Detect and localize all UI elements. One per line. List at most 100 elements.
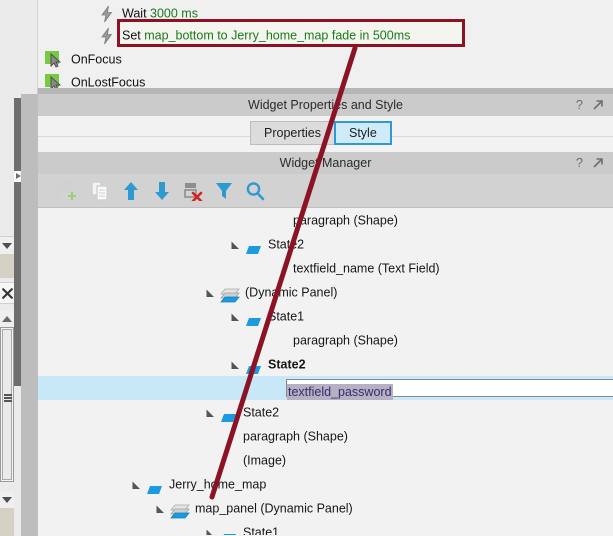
rail-beige-block-top — [0, 254, 14, 278]
rename-input-value: textfield_password — [287, 384, 393, 400]
rename-input[interactable]: textfield_password — [286, 379, 613, 400]
tree-row[interactable]: Jerry_home_map — [38, 472, 613, 496]
tree-row-label: State2 — [268, 357, 306, 372]
state-icon — [245, 312, 262, 326]
event-cursor-icon — [45, 74, 65, 88]
tab-style[interactable]: Style — [333, 121, 392, 145]
tree-row-content: map_panel (Dynamic Panel) — [38, 496, 613, 521]
expand-collapse-caret-icon[interactable] — [131, 480, 142, 491]
tree-row-label: textfield_name (Text Field) — [293, 261, 440, 276]
expand-collapse-caret-icon[interactable] — [205, 288, 216, 299]
expand-collapse-caret-icon[interactable] — [230, 360, 241, 371]
tree-row-content: State2 — [38, 400, 613, 425]
tree-row-content: paragraph (Shape) — [38, 328, 613, 353]
tree-row[interactable]: map_panel (Dynamic Panel) — [38, 496, 613, 520]
help-icon[interactable]: ? — [576, 152, 583, 174]
tree-row-label: paragraph (Shape) — [293, 333, 398, 348]
delete-widget-icon[interactable] — [182, 180, 204, 202]
mini-scroll-down-button[interactable] — [0, 236, 14, 254]
vertical-scrollbar-track[interactable] — [0, 327, 14, 482]
app-root: Wait 3000 ms Set map_bottom to Jerry_home… — [0, 0, 613, 536]
interaction-text-segment: OnFocus — [71, 52, 122, 67]
interactions-panel: Wait 3000 ms Set map_bottom to Jerry_home… — [0, 0, 613, 88]
close-icon[interactable] — [0, 282, 14, 304]
duplicate-icon — [89, 180, 111, 202]
search-icon[interactable] — [244, 180, 266, 202]
tree-row-label: State2 — [243, 405, 280, 420]
tree-row[interactable]: paragraph (Shape) — [38, 424, 613, 448]
tree-row-content: textfield_name (Text Field) — [38, 256, 613, 281]
widget-manager-toolbar — [38, 174, 613, 208]
move-down-icon[interactable] — [151, 180, 173, 202]
tree-row-content: (Dynamic Panel) — [38, 280, 613, 305]
state-icon — [146, 480, 163, 494]
tree-row-content: Jerry_home_map — [38, 472, 613, 497]
expand-collapse-caret-icon[interactable] — [205, 408, 216, 419]
panel-title: Widget Properties and Style — [248, 98, 403, 112]
vertical-splitter[interactable] — [14, 98, 21, 386]
rail-divider — [21, 94, 38, 536]
scroll-up-triangle-icon — [2, 316, 12, 322]
expand-collapse-caret-icon[interactable] — [155, 504, 166, 515]
lightning-bolt-icon — [98, 5, 116, 23]
widget-manager-panel: Widget Manager ? paragraph (Shape) State2… — [38, 152, 613, 536]
tree-row[interactable]: State2 — [38, 352, 613, 376]
rail-beige-block-bottom — [0, 508, 14, 536]
dynamic-panel-icon — [220, 288, 240, 305]
properties-style-tabs: Properties Style — [250, 121, 392, 145]
tree-row[interactable]: State2 — [38, 232, 613, 256]
scroll-down-arrow-icon[interactable] — [0, 492, 14, 508]
tab-properties[interactable]: Properties — [250, 121, 335, 145]
tree-row[interactable]: State1 — [38, 304, 613, 328]
tree-row[interactable]: State1 — [38, 520, 613, 535]
interaction-text-segment: map_bottom to Jerry_home_map fade in 500… — [144, 28, 411, 43]
tree-row-label: (Dynamic Panel) — [245, 285, 338, 300]
expand-collapse-caret-icon[interactable] — [230, 312, 241, 323]
vertical-scrollbar-thumb[interactable] — [2, 329, 12, 480]
tree-row-content: State1 — [38, 304, 613, 329]
interaction-text-segment: OnLostFocus — [71, 75, 146, 88]
move-up-icon[interactable] — [120, 180, 142, 202]
help-icon[interactable]: ? — [576, 94, 583, 116]
tree-row-label: (Image) — [243, 453, 287, 468]
dynamic-panel-icon — [170, 504, 190, 521]
interaction-event-row[interactable]: OnFocus — [45, 48, 122, 70]
tree-row[interactable]: textfield_name (Text Field) — [38, 256, 613, 280]
add-widget-icon — [58, 180, 80, 202]
tree-row[interactable]: paragraph (Shape) — [38, 208, 613, 232]
widget-properties-and-style-panel: Widget Properties and Style ? Properties… — [38, 94, 613, 152]
tree-row[interactable]: textfield_password — [38, 376, 613, 400]
lightning-bolt-icon — [98, 27, 116, 45]
tree-row[interactable]: State2 — [38, 400, 613, 424]
interaction-text-segment: Set — [122, 28, 145, 43]
expand-collapse-caret-icon[interactable] — [230, 240, 241, 251]
filter-icon[interactable] — [213, 180, 235, 202]
tree-row-label: State1 — [243, 525, 280, 535]
collapse-panel-arrow-icon[interactable] — [14, 171, 21, 182]
scrollbar-grip-icon — [4, 394, 12, 402]
widget-properties-title-bar: Widget Properties and Style ? — [38, 94, 613, 116]
scroll-down-arrow-icon — [2, 242, 12, 249]
tree-row-content: State1 — [38, 520, 613, 535]
scroll-down-triangle-icon — [2, 497, 12, 503]
interaction-action-row[interactable]: Set map_bottom to Jerry_home_map fade in… — [98, 24, 410, 46]
tree-row[interactable]: (Image) — [38, 448, 613, 472]
tree-row[interactable]: (Dynamic Panel) — [38, 280, 613, 304]
tree-row-content: State2 — [38, 232, 613, 257]
widget-properties-body: Properties Style — [38, 116, 613, 152]
tree-row-content: (Image) — [38, 448, 613, 473]
tree-row-label: State1 — [268, 309, 305, 324]
tree-row[interactable]: paragraph (Shape) — [38, 328, 613, 352]
expand-collapse-caret-icon[interactable] — [205, 528, 216, 535]
tree-row-label: paragraph (Shape) — [243, 429, 348, 444]
expand-icon[interactable] — [591, 97, 605, 111]
tree-row-label: Jerry_home_map — [169, 477, 267, 492]
widget-tree[interactable]: paragraph (Shape) State2 textfield_name (T… — [38, 208, 613, 535]
widget-manager-title-bar: Widget Manager ? — [38, 152, 613, 174]
tree-row-label: State2 — [268, 237, 305, 252]
interaction-event-row[interactable]: OnLostFocus — [45, 71, 145, 88]
tree-row-label: map_panel (Dynamic Panel) — [195, 501, 353, 516]
panel-title: Widget Manager — [279, 156, 372, 170]
scroll-up-arrow-icon[interactable] — [0, 311, 14, 327]
expand-icon[interactable] — [591, 155, 605, 169]
